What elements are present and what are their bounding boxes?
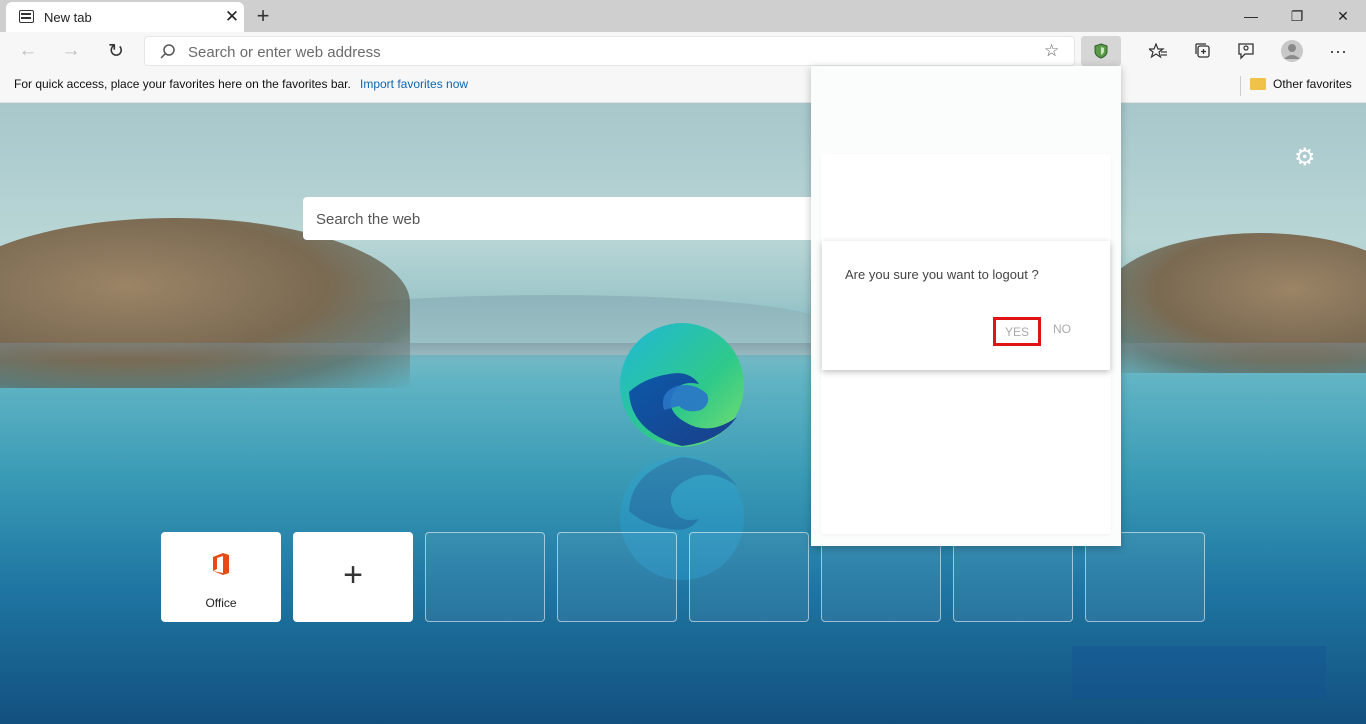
logout-question: Are you sure you want to logout ?	[845, 267, 1039, 282]
refresh-button[interactable]: ↻	[102, 38, 130, 64]
back-button[interactable]: ←	[14, 38, 42, 64]
edge-logo-icon	[620, 323, 744, 447]
yes-button[interactable]: YES	[993, 317, 1041, 346]
quick-link-label: Office	[205, 596, 237, 610]
extension-shield-button[interactable]	[1081, 36, 1121, 66]
close-window-button[interactable]: ✕	[1320, 0, 1366, 32]
plus-icon: +	[343, 556, 363, 594]
favorites-icon[interactable]	[1144, 38, 1172, 64]
browser-toolbar: ← → ↻ Search or enter web address ☆ ···	[0, 32, 1366, 70]
folder-icon	[1250, 78, 1266, 90]
tab-favicon-icon	[19, 10, 34, 23]
background-hill-left	[0, 218, 410, 388]
forward-button[interactable]: →	[57, 38, 85, 64]
empty-tile	[557, 532, 677, 622]
restore-button[interactable]: ❐	[1274, 0, 1320, 32]
add-quick-link-button[interactable]: +	[293, 532, 413, 622]
logout-confirm-dialog: Are you sure you want to logout ? YES NO	[822, 241, 1110, 370]
tab-new-tab[interactable]: New tab ✕	[6, 2, 244, 32]
import-favorites-link[interactable]: Import favorites now	[360, 77, 468, 91]
feedback-icon[interactable]	[1232, 38, 1260, 64]
web-search-box[interactable]: Search the web	[303, 197, 823, 240]
collections-icon[interactable]	[1189, 38, 1217, 64]
other-favorites-button[interactable]: Other favorites	[1273, 77, 1352, 91]
tab-title: New tab	[44, 10, 92, 25]
favbar-divider	[1240, 76, 1241, 96]
quick-link-office[interactable]: Office	[161, 532, 281, 622]
empty-tile	[425, 532, 545, 622]
no-button[interactable]: NO	[1053, 322, 1071, 336]
empty-tile	[689, 532, 809, 622]
minimize-button[interactable]: —	[1228, 0, 1274, 32]
shield-icon	[1094, 43, 1108, 59]
profile-avatar-icon[interactable]	[1278, 38, 1306, 64]
title-bar: New tab ✕ + — ❐ ✕	[0, 0, 1366, 32]
web-search-placeholder: Search the web	[316, 211, 421, 228]
address-placeholder: Search or enter web address	[188, 44, 381, 61]
address-bar[interactable]: Search or enter web address ☆	[144, 36, 1075, 66]
page-settings-gear-icon[interactable]: ⚙	[1294, 143, 1316, 172]
more-options-icon[interactable]: ···	[1324, 38, 1352, 64]
new-tab-button[interactable]: +	[252, 3, 274, 29]
favorites-bar-message: For quick access, place your favorites h…	[14, 77, 351, 91]
office-icon	[213, 553, 229, 575]
background-shadow-area	[1072, 646, 1326, 698]
tab-close-icon[interactable]: ✕	[223, 7, 241, 27]
add-favorite-star-icon[interactable]: ☆	[1044, 41, 1059, 61]
favorites-bar: For quick access, place your favorites h…	[0, 70, 1366, 103]
search-icon	[160, 44, 175, 59]
